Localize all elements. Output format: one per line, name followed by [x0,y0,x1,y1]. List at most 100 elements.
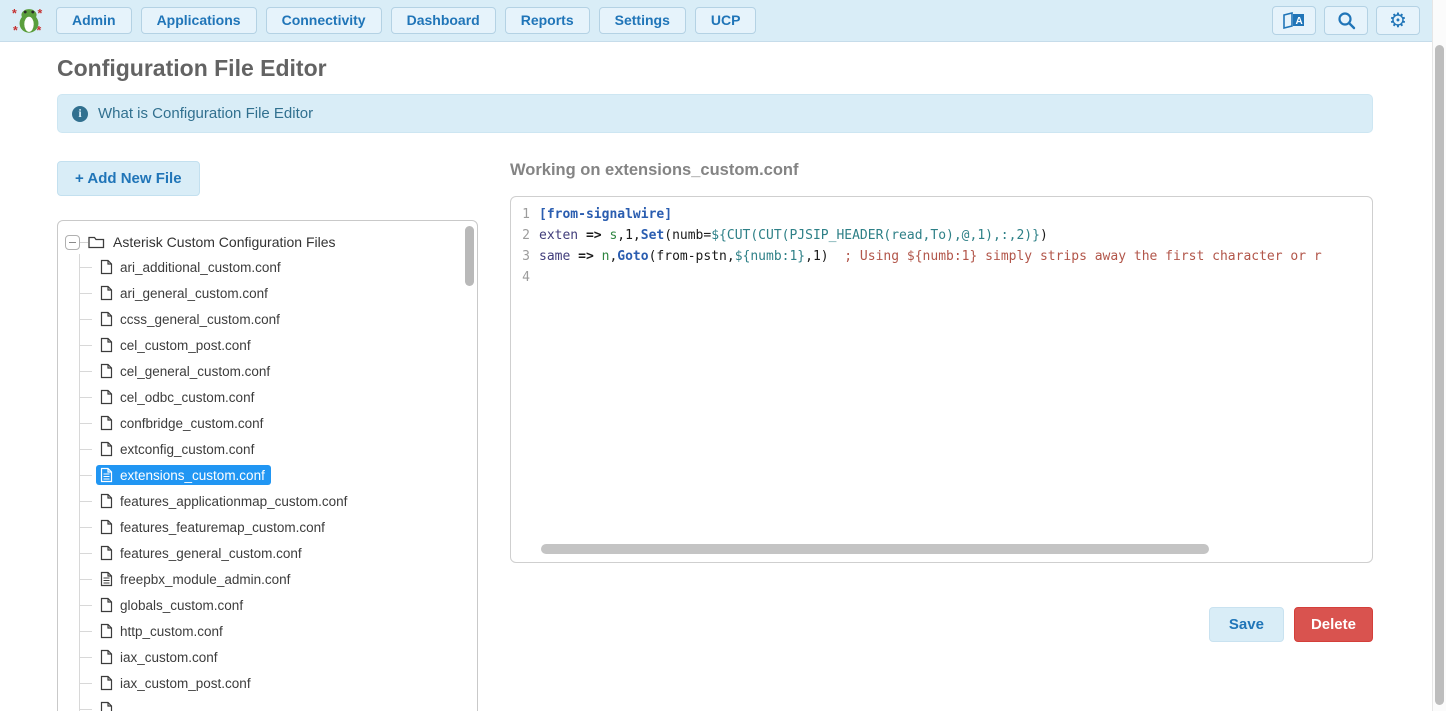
file-name: cel_custom_post.conf [120,338,251,353]
file-name: features_general_custom.conf [120,546,302,561]
file-icon [100,441,113,457]
file-name: globals_custom.conf [120,598,243,613]
collapse-icon[interactable] [65,235,80,250]
file-name: iax_custom.conf [120,650,218,665]
file-name: iax_custom_post.conf [120,676,251,691]
tree-root-label: Asterisk Custom Configuration Files [113,234,336,250]
svg-text:*: * [13,24,18,35]
nav-item-settings[interactable]: Settings [599,7,686,34]
file-icon [100,311,113,327]
file-icon [100,259,113,275]
editor-actions: Save Delete [510,607,1373,642]
file-name: confbridge_custom.conf [120,416,263,431]
code-line[interactable]: 1 [from-signalwire] [511,204,1372,225]
file-icon [100,389,113,405]
page-scrollbar[interactable] [1432,0,1446,711]
file-name: ari_general_custom.conf [120,286,268,301]
gear-icon[interactable]: ⚙ [1376,6,1420,35]
tree-connector [80,242,88,243]
editor-panel: Working on extensions_custom.conf 1 [fro… [510,161,1373,711]
file-item[interactable]: cel_general_custom.conf [80,358,463,384]
save-button[interactable]: Save [1209,607,1284,642]
file-item[interactable]: ari_additional_custom.conf [80,254,463,280]
file-icon [100,701,113,711]
file-item[interactable]: globals_custom.conf [80,592,463,618]
file-name: ari_additional_custom.conf [120,260,281,275]
file-list: ari_additional_custom.conf ari_general_c… [79,254,463,711]
working-on-heading: Working on extensions_custom.conf [510,161,1373,180]
file-icon [100,649,113,665]
add-new-file-button[interactable]: + Add New File [57,161,200,196]
info-icon: i [72,106,88,122]
file-name: features_applicationmap_custom.conf [120,494,347,509]
file-item[interactable]: cel_custom_post.conf [80,332,463,358]
file-name: ccss_general_custom.conf [120,312,280,327]
line-number: 2 [511,225,539,246]
code-line[interactable]: 2 exten => s,1,Set(numb=${CUT(CUT(PJSIP_… [511,225,1372,246]
file-item[interactable]: confbridge_custom.conf [80,410,463,436]
code-line[interactable]: 4 [511,267,1372,288]
line-number: 1 [511,204,539,225]
file-item[interactable]: http_custom.conf [80,618,463,644]
editor-horizontal-scrollbar-thumb[interactable] [541,544,1209,554]
info-alert-text: What is Configuration File Editor [98,105,313,122]
search-icon[interactable] [1324,6,1368,35]
file-item[interactable]: ccss_general_custom.conf [80,306,463,332]
file-icon [100,285,113,301]
language-icon[interactable]: A [1272,6,1316,35]
file-text-icon [100,467,113,483]
nav-item-ucp[interactable]: UCP [695,7,757,34]
file-tree-panel: Asterisk Custom Configuration Files ari_… [57,220,478,711]
page-title: Configuration File Editor [57,55,1446,82]
file-icon [100,415,113,431]
navbar-right-icons: A ⚙ [1264,6,1420,35]
file-name: extensions_custom.conf [120,468,265,483]
code-editor[interactable]: 1 [from-signalwire] 2 exten => s,1,Set(n… [510,196,1373,563]
nav-item-applications[interactable]: Applications [141,7,257,34]
file-icon [100,597,113,613]
nav-item-connectivity[interactable]: Connectivity [266,7,382,34]
line-number: 3 [511,246,539,267]
file-icon [100,623,113,639]
delete-button[interactable]: Delete [1294,607,1373,642]
file-text-icon [100,571,113,587]
file-item-selected[interactable]: extensions_custom.conf [80,462,463,488]
file-name: features_featuremap_custom.conf [120,520,325,535]
tree-root-node[interactable]: Asterisk Custom Configuration Files [65,230,463,254]
tree-scrollbar-thumb[interactable] [465,226,474,286]
file-icon [100,675,113,691]
nav-item-dashboard[interactable]: Dashboard [391,7,496,34]
file-item[interactable]: freepbx_module_admin.conf [80,566,463,592]
file-icon [100,363,113,379]
line-number: 4 [511,267,539,288]
file-icon [100,337,113,353]
file-browser-panel: + Add New File Asterisk Custom Configura… [57,161,478,711]
file-icon [100,519,113,535]
svg-text:A: A [1296,16,1303,27]
freepbx-logo-icon[interactable]: * * * * [12,6,46,35]
info-alert[interactable]: i What is Configuration File Editor [57,94,1373,133]
file-icon [100,493,113,509]
file-item[interactable]: extconfig_custom.conf [80,436,463,462]
nav-item-admin[interactable]: Admin [56,7,132,34]
file-item[interactable]: cel_odbc_custom.conf [80,384,463,410]
nav-item-reports[interactable]: Reports [505,7,590,34]
file-name: cel_odbc_custom.conf [120,390,254,405]
file-name: cel_general_custom.conf [120,364,270,379]
file-item[interactable]: features_applicationmap_custom.conf [80,488,463,514]
svg-text:*: * [12,7,17,21]
file-name: http_custom.conf [120,624,223,639]
code-line[interactable]: 3 same => n,Goto(from-pstn,${numb:1},1) … [511,246,1372,267]
file-item[interactable]: features_general_custom.conf [80,540,463,566]
file-item[interactable]: iax_custom.conf [80,644,463,670]
svg-text:*: * [38,7,43,21]
main-content: Configuration File Editor i What is Conf… [0,42,1446,711]
top-navbar: * * * * Admin Applications Connectivity … [0,0,1446,42]
file-item[interactable] [80,696,463,711]
page-scrollbar-thumb[interactable] [1435,45,1444,705]
file-item[interactable]: ari_general_custom.conf [80,280,463,306]
folder-icon [88,235,105,249]
file-item[interactable]: iax_custom_post.conf [80,670,463,696]
file-name: extconfig_custom.conf [120,442,254,457]
file-item[interactable]: features_featuremap_custom.conf [80,514,463,540]
